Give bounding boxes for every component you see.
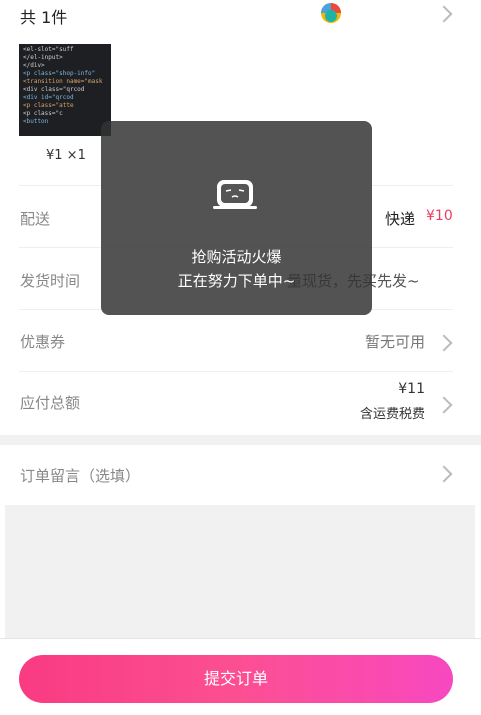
blank-area	[5, 505, 475, 638]
loading-face-icon	[213, 180, 257, 209]
total-label: 应付总额	[20, 394, 81, 412]
shipping-fee: ¥10	[426, 208, 453, 224]
submit-order-button[interactable]: 提交订单	[19, 655, 453, 703]
chevron-right-icon	[435, 5, 453, 23]
code-line: <p class="c	[23, 110, 63, 117]
product-price-qty: ¥1 ×1	[46, 148, 86, 163]
code-line: <div id="qrcod	[23, 94, 74, 101]
shop-logo-icon	[321, 3, 341, 23]
code-line: <div class="qrcod	[23, 86, 85, 93]
chevron-right-icon	[435, 334, 453, 352]
order-confirm-page: 共 1件 <el-slot="suff </el-input> </div> <…	[0, 0, 481, 715]
bottom-bar: 提交订单	[0, 638, 481, 715]
chevron-right-icon	[435, 465, 453, 483]
order-remark-row[interactable]: 订单留言（选填）	[0, 445, 481, 505]
total-note: 含运费税费	[359, 407, 425, 422]
code-line: </el-input>	[23, 54, 63, 61]
shipping-method[interactable]: 快递	[385, 208, 415, 229]
divider	[19, 371, 453, 372]
total-amount: ¥11	[398, 381, 425, 397]
section-gap	[0, 435, 481, 445]
code-line: <p class="atte	[23, 102, 74, 109]
order-remark-label: 订单留言（选填）	[20, 467, 141, 485]
chevron-right-icon	[435, 396, 453, 414]
shop-header[interactable]: 共 1件	[0, 0, 481, 30]
code-line: <el-slot="suff	[23, 46, 74, 53]
product-thumbnail[interactable]: <el-slot="suff </el-input> </div> <p cla…	[19, 44, 111, 136]
code-line: <button	[23, 118, 49, 125]
item-count: 共 1件	[20, 8, 68, 27]
coupon-value[interactable]: 暂无可用	[365, 331, 425, 352]
code-line: </div>	[23, 62, 45, 69]
shipping-label: 配送	[20, 210, 51, 228]
thumbnail-code: <el-slot="suff </el-input> </div> <p cla…	[23, 46, 102, 126]
coupon-label: 优惠券	[20, 333, 66, 351]
toast-message: 正在努力下单中~	[177, 272, 296, 290]
code-line: <transition name="mask	[23, 78, 103, 85]
toast-title: 抢购活动火爆	[191, 248, 282, 266]
delivery-time-label: 发货时间	[20, 272, 81, 290]
code-line: <p class="shop-info"	[23, 70, 96, 77]
loading-toast: 抢购活动火爆 正在努力下单中~	[101, 121, 372, 315]
